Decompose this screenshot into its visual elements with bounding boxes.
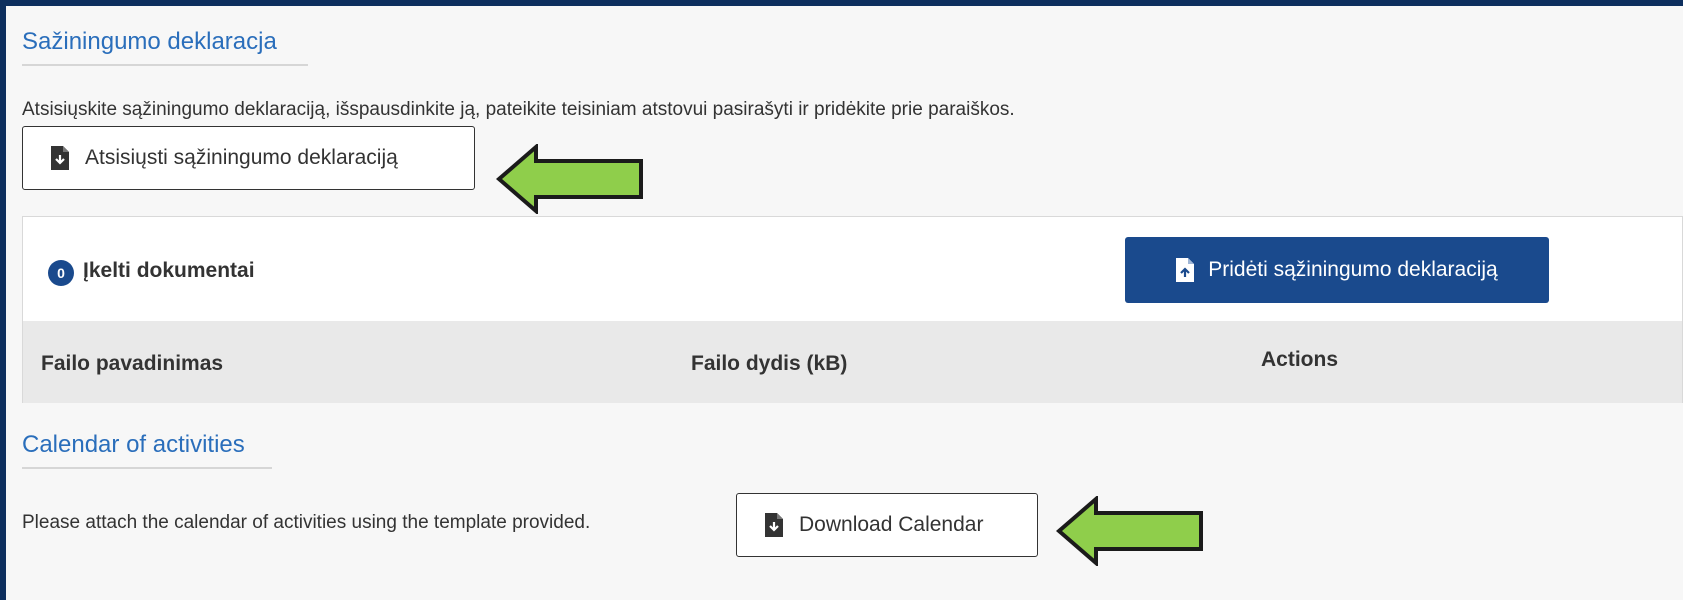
download-declaration-button[interactable]: Atsisiųsti sąžiningumo deklaraciją	[22, 126, 475, 190]
file-upload-icon	[1176, 258, 1195, 282]
calendar-title-text: Calendar of activities	[22, 431, 245, 458]
declaration-section-title: Sažiningumo deklaracja	[22, 28, 308, 66]
file-download-icon	[765, 513, 783, 537]
arrow-left-icon	[496, 144, 643, 214]
add-declaration-label: Pridėti sąžiningumo deklaraciją	[1208, 258, 1498, 281]
calendar-title-underline	[22, 467, 272, 469]
download-declaration-label: Atsisiųsti sąžiningumo deklaraciją	[85, 146, 398, 169]
download-calendar-label: Download Calendar	[799, 513, 984, 536]
column-file-name: Failo pavadinimas	[41, 352, 224, 375]
uploaded-documents-card: 0 Įkelti dokumentai Pridėti sąžiningumo …	[22, 216, 1683, 403]
file-download-icon	[51, 146, 69, 170]
declaration-title-underline	[22, 64, 308, 66]
documents-count-badge: 0	[48, 260, 74, 286]
documents-label: Įkelti dokumentai	[83, 259, 255, 282]
documents-table-header: Failo pavadinimas Failo dydis (kB) Actio…	[23, 321, 1682, 403]
main-panel: Sažiningumo deklaracja Atsisiųskite sąži…	[6, 6, 1683, 600]
calendar-section-title: Calendar of activities	[22, 431, 272, 469]
download-calendar-button[interactable]: Download Calendar	[736, 493, 1038, 557]
declaration-title-text: Sažiningumo deklaracja	[22, 28, 277, 55]
declaration-description: Atsisiųskite sąžiningumo deklaraciją, iš…	[22, 99, 1015, 120]
column-actions: Actions	[1261, 348, 1339, 371]
documents-header: 0 Įkelti dokumentai Pridėti sąžiningumo …	[23, 217, 1682, 322]
calendar-description: Please attach the calendar of activities…	[22, 512, 591, 533]
column-file-size: Failo dydis (kB)	[691, 352, 848, 375]
add-declaration-button[interactable]: Pridėti sąžiningumo deklaraciją	[1125, 237, 1549, 303]
arrow-left-icon	[1056, 496, 1203, 566]
